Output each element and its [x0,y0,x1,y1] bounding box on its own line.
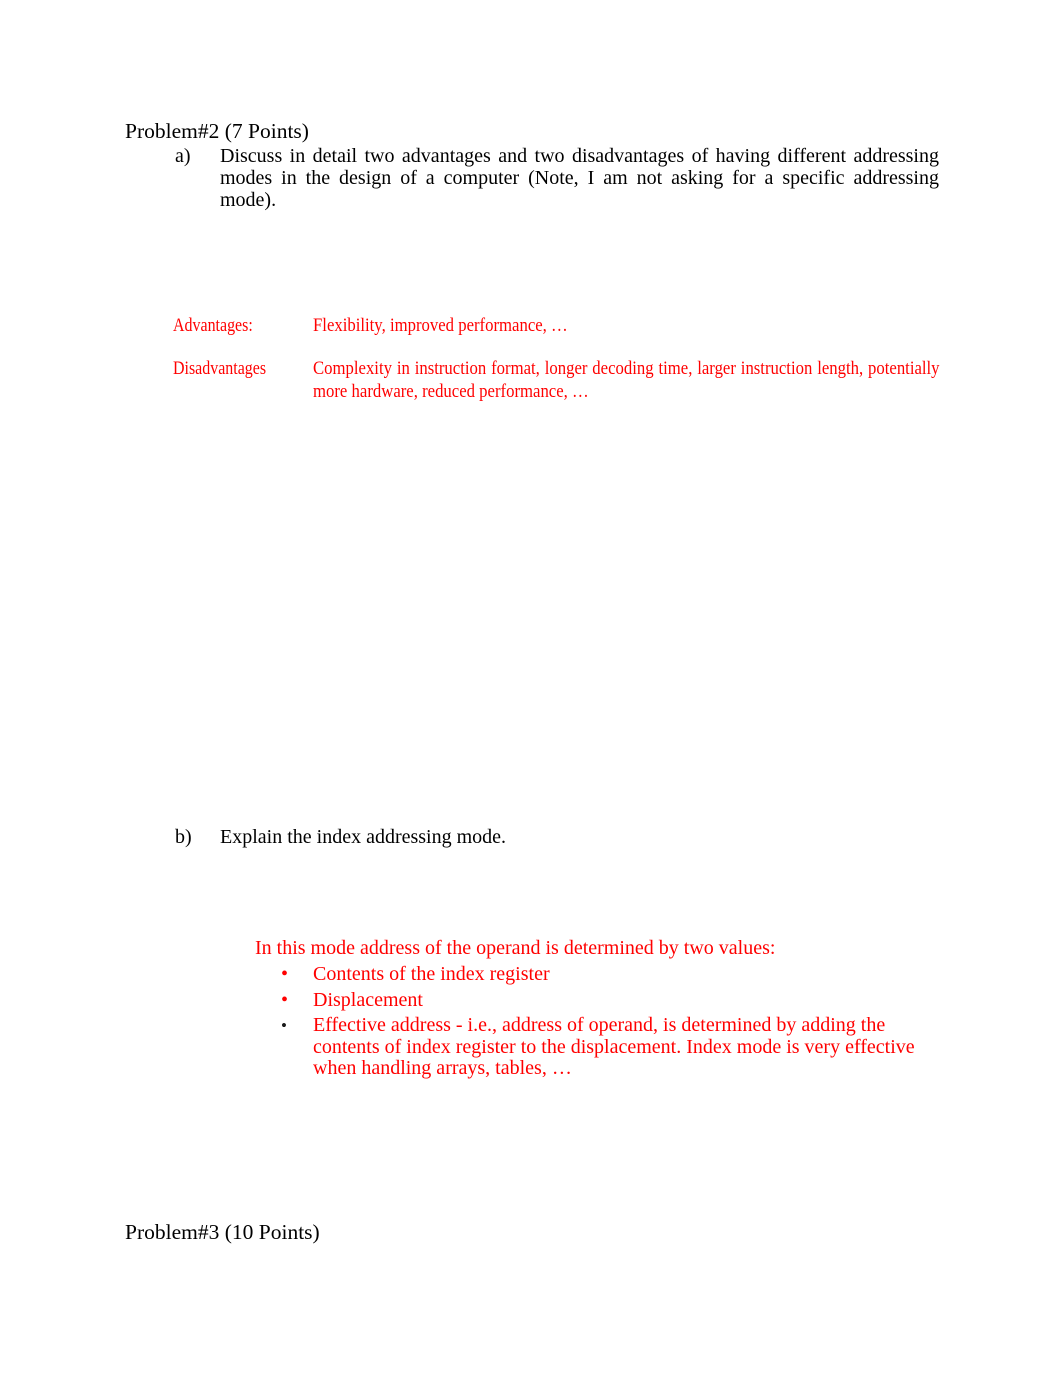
answer-index-mode: In this mode address of the operand is d… [255,936,945,1080]
list-item-label: Effective address - i.e., address of ope… [313,1014,915,1079]
answer-advantages-row: Advantages: Flexibility, improved perfor… [173,314,939,337]
disadvantages-text: Complexity in instruction format, longer… [313,358,940,402]
list-item: • Contents of the index register [255,963,945,986]
list-item-label: Displacement [313,988,423,1011]
document-page: Problem#2 (7 Points) a) Discuss in detai… [0,0,1062,1376]
bullet-point-icon: • [281,988,289,1011]
bullet-point-icon: • [281,1016,287,1035]
answer-disadvantages-row: Disadvantages Complexity in instruction … [173,357,940,403]
question-b-text: Explain the index addressing mode. [220,826,507,848]
question-b-marker: b) [175,826,192,848]
question-a-marker: a) [175,145,191,167]
question-a-text: Discuss in detail two advantages and two… [220,145,939,211]
answer-index-lead: In this mode address of the operand is d… [255,937,776,959]
list-item-label: Contents of the index register [313,963,550,985]
list-item: • Effective address - i.e., address of o… [255,1014,945,1080]
problem-2-heading: Problem#2 (7 Points) [125,119,309,143]
problem-3-heading: Problem#3 (10 Points) [125,1220,320,1244]
question-b: b) Explain the index addressing mode. [175,826,939,848]
bullet-point-icon: • [281,963,289,985]
answer-index-bullet-list: • Contents of the index register • Displ… [255,963,945,1080]
disadvantages-label: Disadvantages [173,358,267,379]
advantages-label: Advantages: [173,315,253,336]
advantages-text: Flexibility, improved performance, … [313,315,568,336]
list-item: • Displacement [255,988,945,1012]
question-a: a) Discuss in detail two advantages and … [175,145,939,211]
